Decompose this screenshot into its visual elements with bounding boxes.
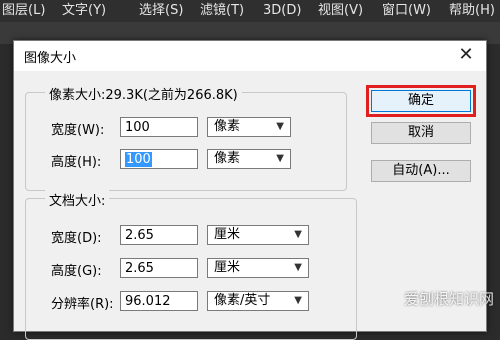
dialog-titlebar: 图像大小 ✕	[14, 41, 486, 71]
pixel-height-input[interactable]: 100	[120, 149, 198, 169]
doc-height-label: 高度(G):	[51, 264, 102, 279]
chevron-down-icon: ▼	[294, 262, 302, 273]
pixel-height-unit-select[interactable]: 像素 ▼	[207, 149, 291, 169]
pixel-dimensions-group	[25, 92, 347, 191]
pixel-dimensions-legend: 像素大小:29.3K(之前为266.8K)	[45, 84, 242, 103]
resolution-unit-select[interactable]: 像素/英寸 ▼	[207, 291, 309, 311]
doc-height-unit-select[interactable]: 厘米 ▼	[207, 258, 309, 278]
pixel-height-label: 高度(H):	[51, 155, 102, 170]
menubar: 图层(L) 文字(Y) 选择(S) 滤镜(T) 3D(D) 视图(V) 窗口(W…	[0, 0, 500, 22]
resolution-unit: 像素/英寸	[214, 293, 271, 308]
doc-width-unit-select[interactable]: 厘米 ▼	[207, 225, 309, 245]
pixel-width-unit: 像素	[214, 119, 241, 134]
highlight-box	[366, 85, 476, 117]
watermark: 爱刨根知识网	[403, 290, 494, 308]
chevron-down-icon: ▼	[276, 153, 284, 164]
menu-help[interactable]: 帮助(H)	[449, 0, 495, 22]
resolution-input[interactable]: 96.012	[120, 291, 198, 311]
resolution-label: 分辨率(R):	[51, 297, 114, 312]
menu-3d[interactable]: 3D(D)	[263, 0, 301, 22]
cancel-button[interactable]: 取消	[371, 122, 471, 144]
menu-type[interactable]: 文字(Y)	[62, 0, 106, 22]
chevron-down-icon: ▼	[294, 295, 302, 306]
pixel-width-unit-select[interactable]: 像素 ▼	[207, 117, 291, 137]
doc-height-input[interactable]: 2.65	[120, 258, 198, 278]
doc-width-unit: 厘米	[214, 227, 241, 242]
pixel-width-label: 宽度(W):	[51, 123, 105, 138]
document-size-legend: 文档大小:	[45, 190, 110, 209]
auto-button[interactable]: 自动(A)...	[371, 160, 471, 182]
chevron-down-icon: ▼	[276, 121, 284, 132]
menu-filter[interactable]: 滤镜(T)	[200, 0, 244, 22]
chevron-down-icon: ▼	[294, 229, 302, 240]
menu-window[interactable]: 窗口(W)	[382, 0, 431, 22]
menu-layer[interactable]: 图层(L)	[2, 0, 45, 22]
menu-view[interactable]: 视图(V)	[318, 0, 363, 22]
pixel-height-value: 100	[125, 152, 152, 167]
doc-height-unit: 厘米	[214, 260, 241, 275]
pixel-height-unit: 像素	[214, 151, 241, 166]
doc-width-label: 宽度(D):	[51, 231, 102, 246]
close-icon[interactable]: ✕	[456, 44, 476, 66]
menu-select[interactable]: 选择(S)	[139, 0, 183, 22]
dialog-title: 图像大小	[24, 51, 77, 66]
doc-width-input[interactable]: 2.65	[120, 225, 198, 245]
pixel-width-input[interactable]: 100	[120, 117, 198, 137]
